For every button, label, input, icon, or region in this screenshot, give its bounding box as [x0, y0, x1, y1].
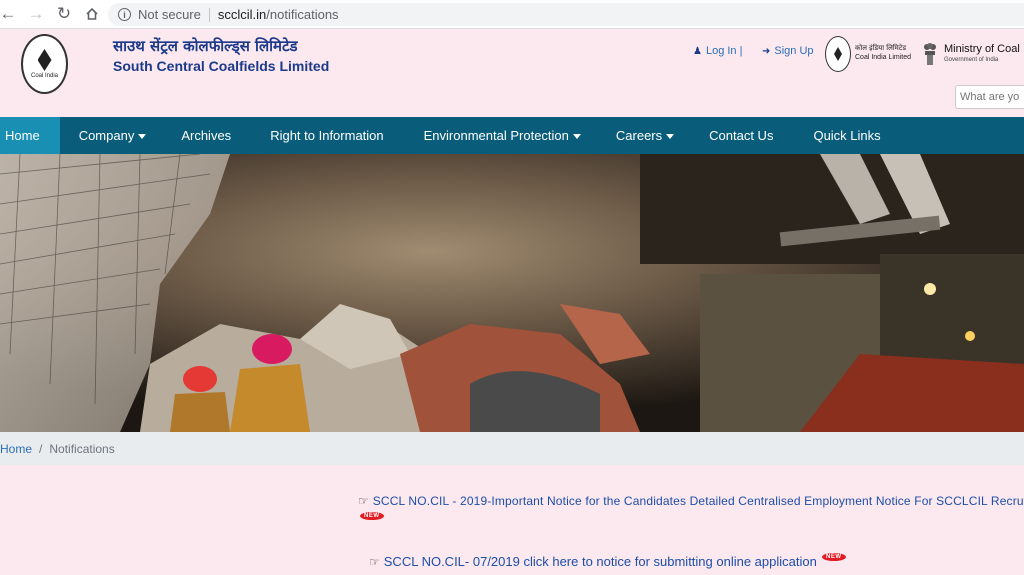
cil-logo: [825, 36, 851, 72]
signup-label: Sign Up: [774, 45, 814, 57]
nav-rti-label: Right to Information: [270, 128, 384, 143]
breadcrumb-current: Notifications: [49, 441, 115, 456]
nav-contact-us[interactable]: Contact Us: [674, 117, 773, 154]
breadcrumb: Home / Notifications: [0, 432, 1024, 465]
nav-careers-label: Careers: [615, 128, 663, 143]
login-label: Log In |: [705, 45, 743, 57]
site-header: Coal India साउथ सेंट्रल कोलफील्ड्स लिमिट…: [0, 29, 1024, 117]
forward-arrow-icon[interactable]: →: [22, 0, 50, 28]
org-name-hindi: साउथ सेंट्रल कोलफील्ड्स लिमिटेड: [113, 37, 298, 55]
nav-environmental-label: Environmental Protection: [423, 128, 569, 143]
mine-scene-illustration: [0, 154, 1024, 432]
home-icon[interactable]: [78, 0, 106, 28]
pointing-hand-icon: ☞: [358, 494, 369, 508]
sign-in-icon: ➜: [762, 45, 771, 57]
notice-item[interactable]: ☞ SCCL NO.CIL - 2019-Important Notice for…: [358, 494, 1024, 508]
nav-company[interactable]: Company: [60, 117, 147, 154]
address-bar[interactable]: i Not secure scclcil.in/notifications: [108, 3, 1024, 26]
nav-rti[interactable]: Right to Information: [231, 117, 383, 154]
coal-india-logo[interactable]: Coal India: [21, 34, 68, 94]
cil-name: कोल इंडिया लिमिटेड Coal India Limited: [855, 44, 911, 62]
org-name: South Central Coalfields Limited: [113, 58, 330, 74]
nav-careers[interactable]: Careers: [581, 117, 675, 154]
national-emblem-icon: [924, 43, 936, 65]
nav-company-label: Company: [78, 128, 135, 143]
diamond-icon: [834, 47, 842, 61]
url-host: scclcil.in: [217, 7, 267, 22]
breadcrumb-home[interactable]: Home: [0, 442, 32, 456]
nav-quick-links[interactable]: Quick Links: [773, 117, 880, 154]
login-link[interactable]: ♟ Log In |: [693, 45, 742, 57]
signup-link[interactable]: ➜ Sign Up: [762, 45, 814, 57]
notice-item[interactable]: ☞ SCCL NO.CIL- 07/2019 click here to noti…: [369, 554, 817, 569]
nav-archives-label: Archives: [181, 128, 232, 143]
nav-home-label: Home: [5, 128, 40, 143]
nav-archives[interactable]: Archives: [146, 117, 231, 154]
breadcrumb-separator: /: [39, 441, 43, 456]
new-badge: NEW: [822, 553, 846, 561]
ministry-name: Ministry of Coal: [944, 43, 1020, 55]
caret-down-icon: [666, 133, 675, 139]
caret-down-icon: [138, 133, 147, 139]
user-icon: ♟: [693, 45, 702, 57]
info-icon[interactable]: i: [118, 8, 131, 21]
nav-environmental-protection[interactable]: Environmental Protection: [384, 117, 581, 154]
hero-banner-image: [0, 154, 1024, 432]
security-label: Not secure: [138, 7, 201, 22]
url-path: /notifications: [266, 7, 339, 22]
nav-contact-label: Contact Us: [709, 128, 774, 143]
pointing-hand-icon: ☞: [369, 555, 380, 569]
main-nav: Home Company Archives Right to Informati…: [0, 117, 1024, 154]
caret-down-icon: [572, 133, 581, 139]
nav-quick-links-label: Quick Links: [813, 128, 881, 143]
logo-text: Coal India: [30, 73, 59, 79]
notice-link[interactable]: SCCL NO.CIL - 2019-Important Notice for …: [373, 494, 1024, 508]
ministry-subtitle: Government of India: [944, 57, 999, 63]
diamond-icon: [37, 49, 52, 71]
new-badge: NEW: [360, 512, 384, 520]
address-separator: [208, 7, 210, 22]
cil-name-hindi: कोल इंडिया लिमिटेड: [855, 44, 907, 52]
notice-link[interactable]: SCCL NO.CIL- 07/2019 click here to notic…: [384, 554, 817, 569]
cil-name-english: Coal India Limited: [855, 54, 912, 61]
nav-home[interactable]: Home: [0, 117, 60, 154]
ministry-label: Ministry of Coal Government of India: [944, 44, 1020, 66]
back-arrow-icon[interactable]: ←: [0, 0, 22, 28]
browser-toolbar: ← → ↻ i Not secure scclcil.in/notificati…: [0, 0, 1024, 29]
reload-icon[interactable]: ↻: [50, 0, 78, 28]
search-input[interactable]: [955, 85, 1024, 109]
